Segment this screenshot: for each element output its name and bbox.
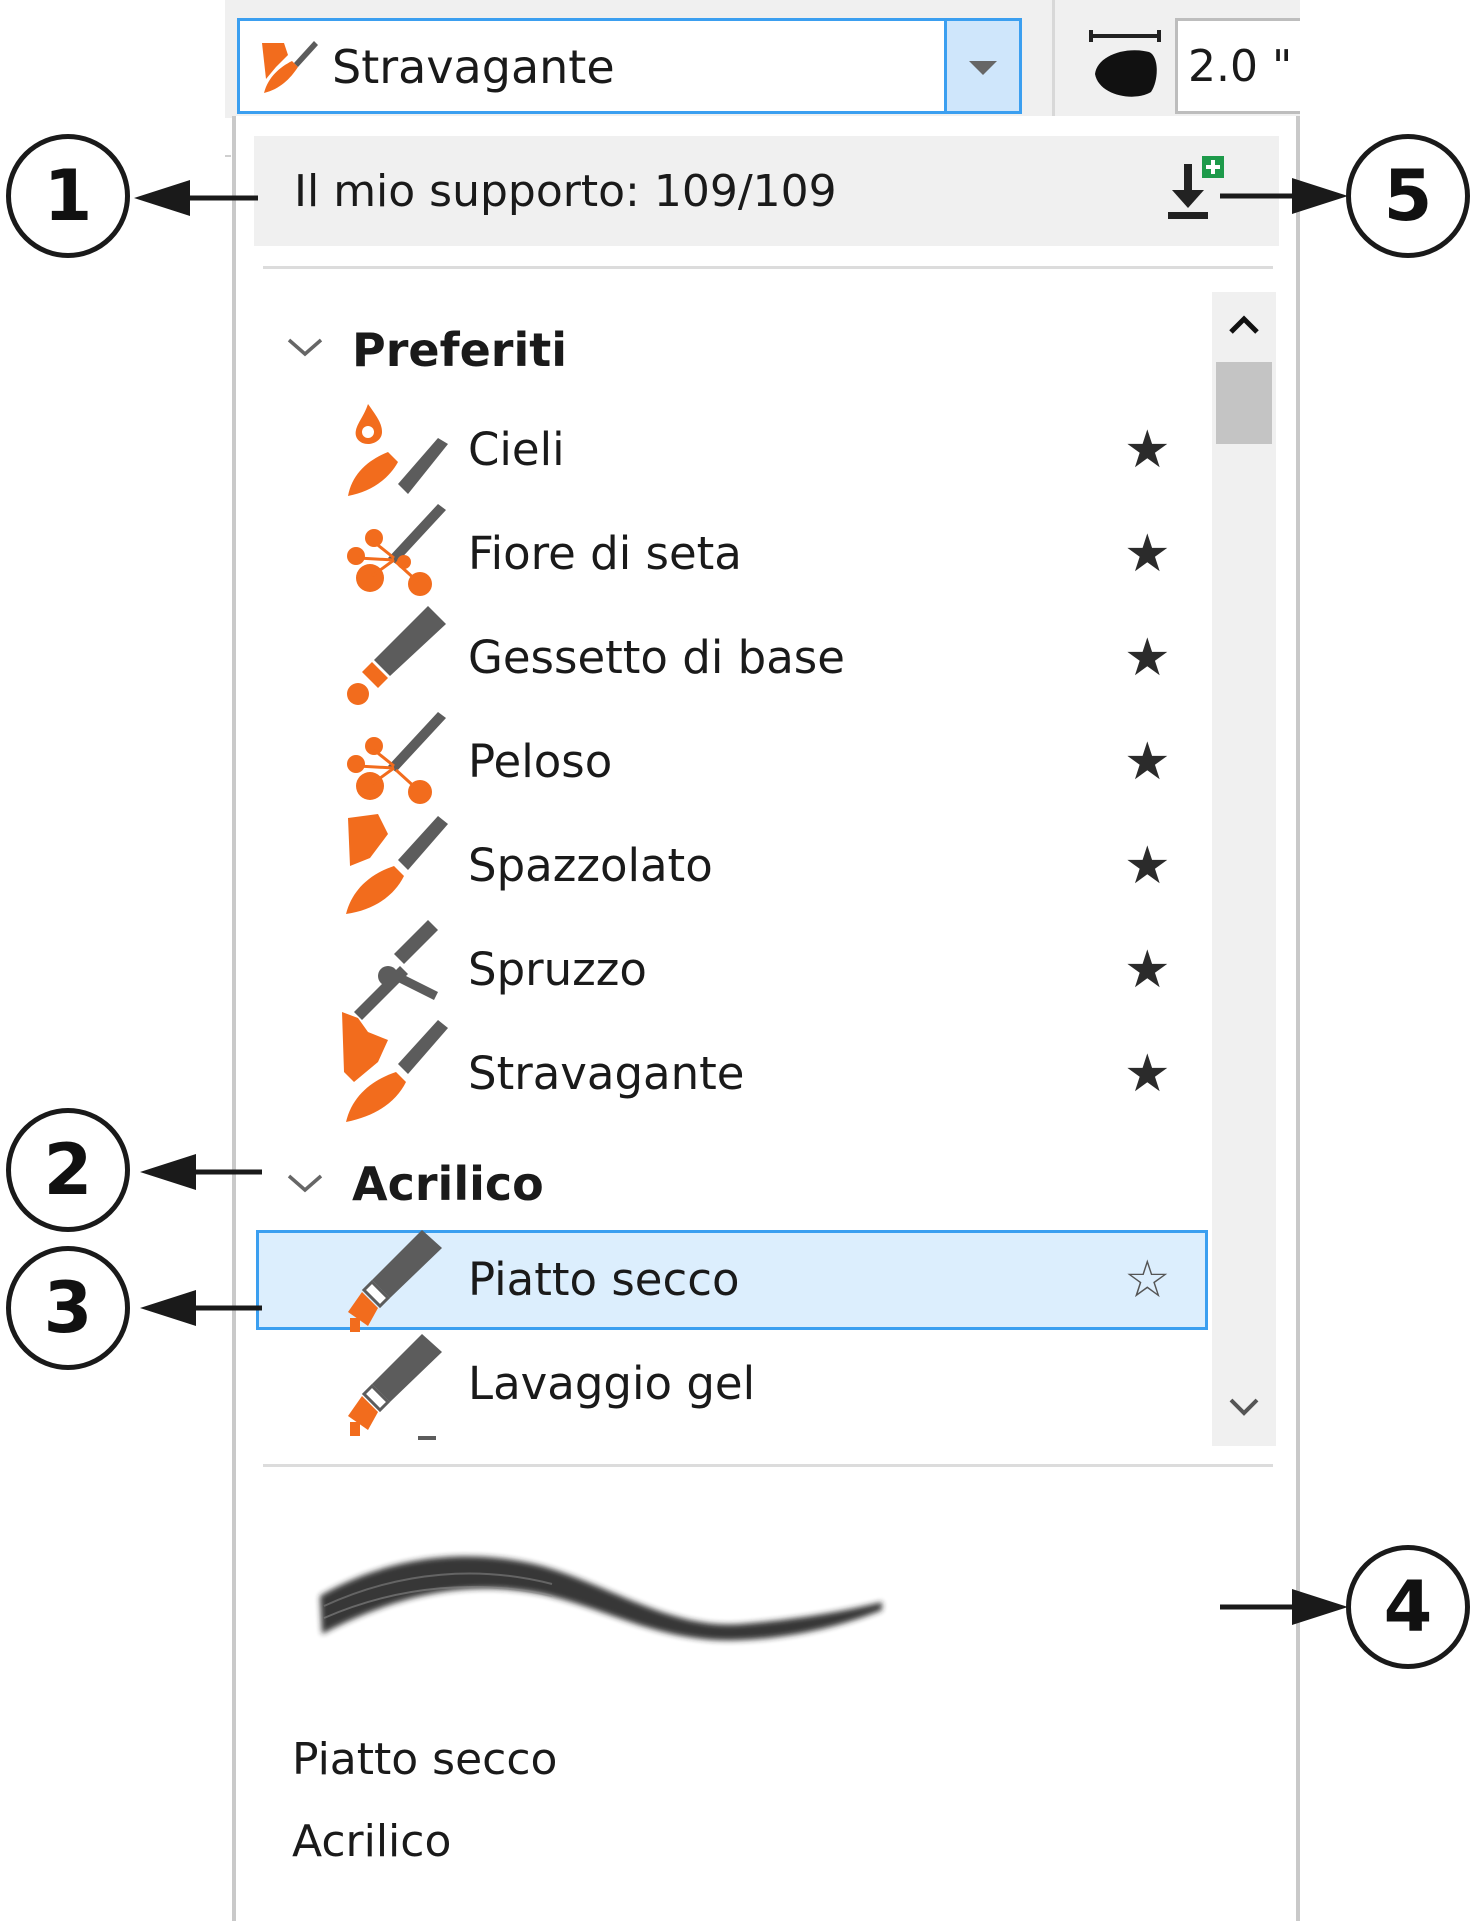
brushed-brush-icon [346,814,448,914]
divider [263,1464,1273,1467]
divider [263,266,1273,269]
dropdown-arrow-button[interactable] [944,21,1019,111]
list-item[interactable]: Stravagante ★ [256,1012,1208,1124]
divider [225,155,231,157]
brush-label: Spazzolato [468,839,713,892]
chevron-down-icon[interactable] [1226,1392,1262,1422]
favorite-star-icon[interactable]: ★ [1124,420,1171,480]
preview-brush-name: Piatto secco [292,1734,558,1785]
list-item[interactable]: Fiore di seta ★ [256,504,1208,604]
group-header-acrilico[interactable]: Acrilico [352,1152,544,1216]
toolbar-separator [1052,0,1055,118]
brush-dropdown[interactable]: Stravagante [237,18,1022,114]
silk-flower-brush-icon [347,504,446,596]
preview-category: Acrilico [292,1816,452,1867]
favorite-star-icon[interactable]: ★ [1124,836,1171,896]
fancy-brush-icon [262,41,318,93]
chevron-up-icon[interactable] [1226,310,1262,340]
chalk-brush-icon [347,606,446,705]
callout-1: 1 [6,134,130,258]
brush-label: Gessetto di base [468,631,845,684]
chevron-down-icon[interactable] [285,1168,325,1198]
list-item[interactable]: Spazzolato ★ [256,814,1208,916]
import-brush-icon[interactable] [1154,156,1224,226]
brush-label: Lavaggio gel [468,1357,756,1410]
favorite-star-icon[interactable]: ★ [1124,628,1171,688]
list-item[interactable]: Spruzzo ★ [256,920,1208,1020]
fancy-brush-icon [342,1012,448,1122]
nib-size-icon [1089,30,1161,97]
flat-brush-icon [348,1334,442,1440]
list-item-selected[interactable]: Piatto secco ☆ [256,1230,1208,1332]
skies-brush-icon [348,404,448,496]
favorite-star-icon[interactable]: ★ [1124,940,1171,1000]
favorite-star-icon[interactable]: ★ [1124,1044,1171,1104]
brush-size-field[interactable]: 2.0 " [1175,18,1300,114]
brush-label: Cieli [468,423,565,476]
list-item[interactable]: Gessetto di base ★ [256,606,1208,708]
chevron-down-icon [969,61,997,75]
callout-4: 4 [1346,1545,1470,1669]
brush-label: Peloso [468,735,613,788]
list-item[interactable]: Peloso ★ [256,712,1208,812]
media-count-label: Il mio supporto: 109/109 [294,166,837,217]
scrollbar[interactable] [1212,292,1276,1446]
chevron-down-icon[interactable] [285,332,325,362]
media-header: Il mio supporto: 109/109 [254,136,1279,246]
brush-label: Spruzzo [468,943,647,996]
callout-3: 3 [6,1246,130,1370]
callout-5: 5 [1346,134,1470,258]
list-item[interactable]: Lavaggio gel [256,1334,1208,1440]
favorite-star-icon[interactable]: ★ [1124,524,1171,584]
brush-stroke-preview [320,1556,882,1641]
brush-label: Stravagante [468,1047,745,1100]
hairy-brush-icon [347,712,446,804]
list-item[interactable]: Cieli ★ [256,400,1208,500]
brush-label: Fiore di seta [468,527,742,580]
flat-brush-icon [348,1230,442,1332]
favorite-star-outline-icon[interactable]: ☆ [1124,1250,1171,1310]
group-header-preferiti[interactable]: Preferiti [352,318,567,382]
scrollbar-thumb[interactable] [1216,362,1272,444]
brush-dropdown-value: Stravagante [332,40,615,94]
favorite-star-icon[interactable]: ★ [1124,732,1171,792]
callout-2: 2 [6,1108,130,1232]
brush-size-value: 2.0 " [1188,41,1293,92]
brush-label: Piatto secco [468,1253,740,1306]
spray-brush-icon [354,920,438,1020]
